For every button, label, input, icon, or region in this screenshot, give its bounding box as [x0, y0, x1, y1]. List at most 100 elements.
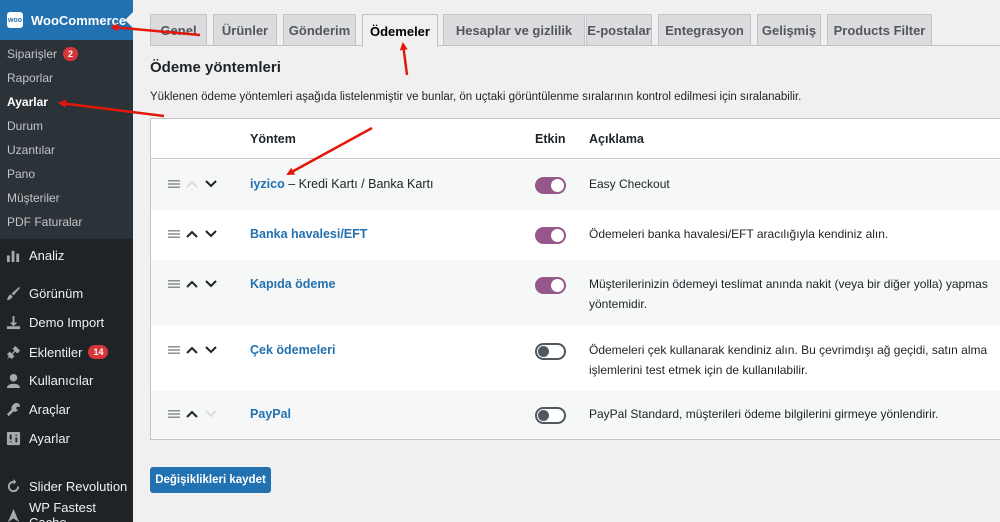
sidebar-item-label: Ayarlar [29, 430, 70, 446]
drag-handle-icon[interactable] [168, 345, 180, 355]
column-header-method: Yöntem [250, 132, 296, 146]
row-controls [168, 229, 223, 239]
payment-method-link-cheque[interactable]: Çek ödemeleri [250, 343, 335, 357]
tab-products[interactable]: Ürünler [213, 14, 277, 45]
bar-chart-icon [6, 248, 21, 263]
enable-toggle-iyzico[interactable] [535, 177, 566, 194]
move-down-icon[interactable] [204, 345, 218, 355]
submenu-item-dashboard[interactable]: Pano [7, 167, 35, 181]
sidebar-item-analytics[interactable]: Analiz [0, 242, 133, 268]
submenu-item-status[interactable]: Durum [7, 119, 43, 133]
description-line: Müşterilerinizin ödemeyi teslimat anında… [589, 277, 988, 291]
payment-method-link-iyzico[interactable]: iyzico – Kredi Kartı / Banka Kartı [250, 177, 433, 191]
table-header: Yöntem Etkin Açıklama [151, 119, 1000, 159]
move-up-icon[interactable] [185, 409, 199, 419]
sidebar-item-tools[interactable]: Araçlar [0, 396, 133, 422]
payment-method-description: Ödemeleri çek kullanarak kendiniz alın. … [589, 340, 1000, 380]
woocommerce-submenu: Siparişler 2 Raporlar Ayarlar Durum Uzant… [0, 40, 133, 239]
tab-advanced[interactable]: Gelişmiş [757, 14, 821, 45]
drag-handle-icon[interactable] [168, 409, 180, 419]
enable-toggle-paypal[interactable] [535, 407, 566, 424]
move-up-icon[interactable] [185, 229, 199, 239]
move-down-icon[interactable] [204, 229, 218, 239]
submenu-item-reports[interactable]: Raporlar [7, 71, 53, 85]
tab-integration[interactable]: Entegrasyon [658, 14, 751, 45]
payment-method-description: PayPal Standard, müşterileri ödeme bilgi… [589, 404, 1000, 424]
move-down-icon[interactable] [204, 409, 218, 419]
cache-icon [6, 508, 21, 522]
table-row: PayPal PayPal Standard, müşterileri ödem… [151, 391, 1000, 439]
tab-products-filter[interactable]: Products Filter [827, 14, 932, 45]
enable-toggle-bank-transfer[interactable] [535, 227, 566, 244]
settings-icon [6, 431, 21, 446]
sidebar-item-appearance[interactable]: Görünüm [0, 280, 133, 306]
submenu-item-extensions[interactable]: Uzantılar [7, 143, 55, 157]
sidebar-item-plugins[interactable]: Eklentiler 14 [0, 339, 133, 365]
sidebar-item-slider-revolution[interactable]: Slider Revolution [0, 473, 133, 499]
description-line: Ödemeleri çek kullanarak kendiniz alın. … [589, 343, 988, 357]
move-down-icon[interactable] [204, 179, 218, 189]
sidebar-item-woocommerce[interactable]: woo WooCommerce [0, 0, 133, 40]
payment-method-link-paypal[interactable]: PayPal [250, 407, 291, 421]
description-line: yöntemidir. [589, 297, 648, 311]
tab-emails[interactable]: E-postalar [586, 14, 652, 45]
sidebar-item-label: Analiz [29, 247, 65, 263]
move-down-icon[interactable] [204, 279, 218, 289]
sidebar-item-demo-import[interactable]: Demo Import [0, 309, 133, 335]
submenu-item-orders[interactable]: Siparişler 2 [7, 47, 79, 61]
arrow-to-payments-tab [399, 42, 409, 76]
payment-method-description: Ödemeleri banka havalesi/EFT aracılığıyl… [589, 224, 1000, 244]
submenu-item-label: Siparişler [7, 47, 58, 61]
sidebar-item-users[interactable]: Kullanıcılar [0, 367, 133, 393]
table-row: Banka havalesi/EFT Ödemeleri banka haval… [151, 210, 1000, 260]
sidebar-item-wp-fastest-cache[interactable]: WP Fastest Cache [0, 500, 133, 522]
table-row: Çek ödemeleri Ödemeleri çek kullanarak k… [151, 326, 1000, 391]
orders-count-badge: 2 [63, 47, 79, 61]
submenu-item-pdf-invoices[interactable]: PDF Faturalar [7, 215, 82, 229]
refresh-icon [6, 478, 21, 494]
payment-method-name[interactable]: iyzico [250, 177, 285, 191]
move-up-icon[interactable] [185, 279, 199, 289]
table-row: iyzico – Kredi Kartı / Banka Kartı Easy … [151, 160, 1000, 210]
row-controls [168, 345, 223, 355]
admin-sidebar: woo WooCommerce Siparişler 2 Raporlar Aya… [0, 0, 133, 522]
enable-toggle-cash-on-delivery[interactable] [535, 277, 566, 294]
tabs-divider [150, 45, 1000, 46]
payment-method-subtitle: – Kredi Kartı / Banka Kartı [284, 177, 434, 191]
toggle-knob [538, 346, 549, 357]
tab-general[interactable]: Genel [150, 14, 207, 45]
sidebar-item-label: Görünüm [29, 285, 84, 301]
move-up-icon[interactable] [185, 179, 199, 189]
sidebar-item-label: Eklentiler [29, 344, 83, 360]
drag-handle-icon[interactable] [168, 179, 180, 189]
payment-method-link-cash-on-delivery[interactable]: Kapıda ödeme [250, 277, 335, 291]
sidebar-item-label: WP Fastest Cache [29, 500, 96, 522]
table-row: Kapıda ödeme Müşterilerinizin ödemeyi te… [151, 260, 1000, 326]
submenu-item-settings[interactable]: Ayarlar [7, 95, 48, 109]
download-icon [6, 315, 21, 330]
column-header-enabled: Etkin [535, 132, 566, 146]
paintbrush-icon [6, 286, 21, 301]
toggle-knob [551, 179, 564, 192]
enable-toggle-cheque[interactable] [535, 343, 566, 360]
drag-handle-icon[interactable] [168, 229, 180, 239]
description-line: işlemlerini test etmek için de kullanıla… [589, 363, 808, 377]
save-changes-button[interactable]: Değişiklikleri kaydet [150, 467, 271, 493]
drag-handle-icon[interactable] [168, 279, 180, 289]
woocommerce-logo-icon: woo [7, 12, 23, 28]
move-up-icon[interactable] [185, 345, 199, 355]
payment-method-link-bank-transfer[interactable]: Banka havalesi/EFT [250, 227, 367, 241]
tab-payments[interactable]: Ödemeler [362, 14, 438, 47]
sidebar-item-label: Araçlar [29, 401, 71, 417]
submenu-item-customers[interactable]: Müşteriler [7, 191, 60, 205]
tab-accounts-privacy[interactable]: Hesaplar ve gizlilik [443, 14, 585, 45]
plugins-update-badge: 14 [88, 345, 109, 359]
description-line: Easy Checkout [589, 177, 670, 191]
user-icon [6, 373, 21, 388]
sidebar-item-label: WooCommerce [31, 12, 127, 28]
wrench-icon [6, 402, 21, 417]
payment-method-description: Müşterilerinizin ödemeyi teslimat anında… [589, 274, 1000, 314]
sidebar-item-settings[interactable]: Ayarlar [0, 425, 133, 451]
tab-shipping[interactable]: Gönderim [283, 14, 356, 45]
toggle-knob [551, 229, 564, 242]
